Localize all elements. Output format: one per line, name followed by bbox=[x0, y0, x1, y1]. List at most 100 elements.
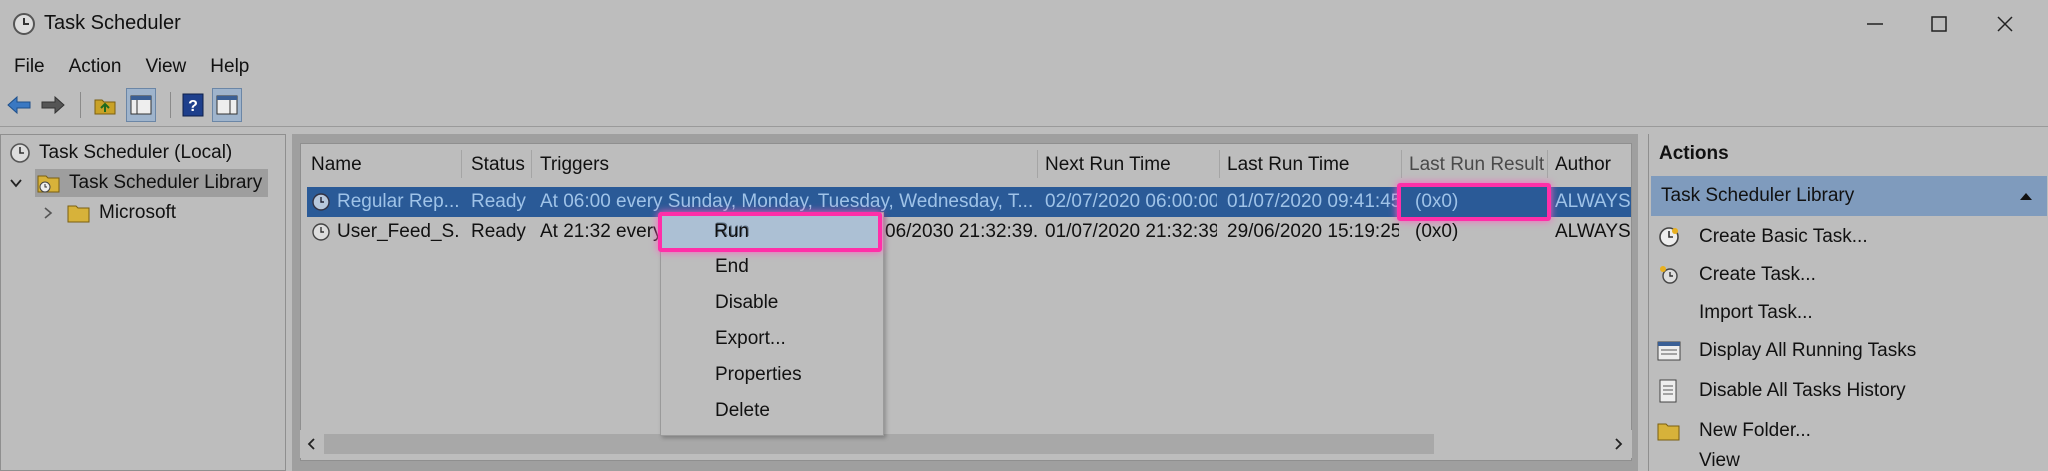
toolbar-divider bbox=[0, 126, 2048, 127]
folder-clock-icon bbox=[37, 175, 60, 193]
context-menu-properties[interactable]: Properties bbox=[661, 357, 883, 393]
close-icon bbox=[1997, 16, 2013, 32]
column-header-triggers[interactable]: Triggers bbox=[540, 154, 609, 176]
task-next-run-time: 02/07/2020 06:00:00 bbox=[1045, 191, 1217, 212]
scroll-left-icon[interactable] bbox=[306, 438, 318, 450]
table-row[interactable]: User_Feed_S... Ready At 21:32 every 06/2… bbox=[307, 217, 1631, 247]
action-create-task[interactable]: Create Task... bbox=[1657, 256, 1816, 294]
scroll-thumb[interactable] bbox=[324, 434, 1434, 454]
close-button[interactable] bbox=[1982, 6, 2028, 42]
window-title: Task Scheduler bbox=[44, 12, 181, 34]
help-button[interactable]: ? bbox=[178, 88, 208, 122]
minimize-button[interactable] bbox=[1852, 6, 1898, 42]
run-highlight bbox=[658, 212, 882, 252]
task-list: Name Status Triggers Next Run Time Last … bbox=[300, 143, 1632, 461]
column-header-last-run-result[interactable]: Last Run Result bbox=[1409, 154, 1544, 176]
actions-pane: Actions Task Scheduler Library Create Ba… bbox=[1648, 134, 2048, 471]
clock-icon bbox=[10, 143, 30, 163]
maximize-icon bbox=[1931, 16, 1947, 32]
up-folder-button[interactable] bbox=[90, 88, 120, 122]
action-label: Disable All Tasks History bbox=[1699, 380, 1906, 401]
action-new-folder[interactable]: New Folder... bbox=[1657, 412, 1811, 450]
task-clock-icon bbox=[312, 223, 330, 241]
console-tree-icon bbox=[130, 95, 152, 115]
back-arrow-icon bbox=[7, 95, 31, 115]
chevron-down-icon bbox=[10, 179, 22, 188]
context-menu-end[interactable]: End bbox=[661, 249, 883, 285]
task-next-run-time: 01/07/2020 21:32:39 bbox=[1045, 221, 1217, 242]
console-tree: Task Scheduler (Local) Task Scheduler Li… bbox=[0, 134, 286, 471]
column-divider[interactable] bbox=[1219, 150, 1220, 178]
collapse-up-icon[interactable] bbox=[2019, 190, 2033, 202]
menu-file[interactable]: File bbox=[0, 52, 57, 82]
tree-microsoft-label: Microsoft bbox=[99, 202, 177, 223]
action-view[interactable]: View bbox=[1657, 450, 1740, 470]
horizontal-scrollbar[interactable] bbox=[300, 430, 1632, 458]
column-header-next-run-time[interactable]: Next Run Time bbox=[1045, 154, 1171, 176]
actions-section-header[interactable]: Task Scheduler Library bbox=[1651, 176, 2047, 216]
minimize-icon bbox=[1867, 23, 1883, 25]
action-label: New Folder... bbox=[1699, 420, 1811, 441]
forward-arrow-icon bbox=[41, 95, 65, 115]
task-clock-icon bbox=[312, 193, 330, 211]
toolbar-separator bbox=[80, 92, 81, 118]
task-author: ALWAYSH bbox=[1555, 191, 1631, 212]
column-header-author[interactable]: Author bbox=[1555, 154, 1611, 176]
context-menu-export[interactable]: Export... bbox=[661, 321, 883, 357]
actions-section-title: Task Scheduler Library bbox=[1661, 185, 1855, 206]
action-label: Create Basic Task... bbox=[1699, 226, 1868, 247]
column-header-last-run-time[interactable]: Last Run Time bbox=[1227, 154, 1350, 176]
task-name: User_Feed_S... bbox=[337, 221, 461, 242]
task-name: Regular Rep... bbox=[337, 191, 460, 212]
last-run-result-highlight bbox=[1397, 183, 1551, 221]
column-divider[interactable] bbox=[1037, 150, 1038, 178]
forward-button[interactable] bbox=[38, 88, 68, 122]
create-basic-task-icon bbox=[1657, 225, 1681, 249]
task-triggers-tail: 06/2030 21:32:39. bbox=[885, 221, 1039, 242]
history-icon bbox=[1657, 379, 1681, 403]
menu-view[interactable]: View bbox=[133, 52, 198, 82]
tree-item-root[interactable]: Task Scheduler (Local) bbox=[9, 139, 232, 167]
title-bar: Task Scheduler bbox=[0, 0, 2048, 48]
action-label: View bbox=[1699, 450, 1740, 470]
column-divider[interactable] bbox=[461, 150, 462, 178]
folder-icon bbox=[67, 205, 90, 223]
column-header-name[interactable]: Name bbox=[311, 154, 362, 176]
column-divider[interactable] bbox=[1401, 150, 1402, 178]
tree-library-selection: Task Scheduler Library bbox=[35, 169, 269, 197]
column-header-status[interactable]: Status bbox=[471, 154, 525, 176]
tree-root-label: Task Scheduler (Local) bbox=[39, 142, 233, 163]
tree-item-library[interactable]: Task Scheduler Library bbox=[9, 169, 269, 197]
show-hide-action-pane-button[interactable] bbox=[212, 88, 242, 122]
actions-header: Actions bbox=[1659, 143, 1729, 164]
column-divider[interactable] bbox=[531, 150, 532, 178]
menu-help[interactable]: Help bbox=[198, 52, 261, 82]
svg-text:?: ? bbox=[188, 98, 198, 115]
action-display-all-running-tasks[interactable]: Display All Running Tasks bbox=[1657, 332, 1916, 370]
action-pane-icon bbox=[216, 95, 238, 115]
tree-library-label: Task Scheduler Library bbox=[69, 172, 263, 193]
column-divider[interactable] bbox=[1547, 150, 1548, 178]
running-tasks-icon bbox=[1657, 339, 1681, 363]
task-last-run-time: 29/06/2020 15:19:25 bbox=[1227, 221, 1399, 242]
task-last-run-time: 01/07/2020 09:41:45 bbox=[1227, 191, 1399, 212]
chevron-right-icon bbox=[44, 207, 53, 219]
context-menu-disable[interactable]: Disable bbox=[661, 285, 883, 321]
maximize-button[interactable] bbox=[1916, 6, 1962, 42]
action-import-task[interactable]: Import Task... bbox=[1657, 294, 1813, 332]
action-create-basic-task[interactable]: Create Basic Task... bbox=[1657, 218, 1868, 256]
task-status: Ready bbox=[471, 221, 526, 242]
action-disable-all-tasks-history[interactable]: Disable All Tasks History bbox=[1657, 372, 1906, 410]
menu-action[interactable]: Action bbox=[57, 52, 134, 82]
action-label: Create Task... bbox=[1699, 264, 1816, 285]
new-folder-icon bbox=[1657, 419, 1681, 443]
tree-item-microsoft[interactable]: Microsoft bbox=[41, 199, 176, 227]
show-hide-console-tree-button[interactable] bbox=[126, 88, 156, 122]
task-status: Ready bbox=[471, 191, 526, 212]
back-button[interactable] bbox=[4, 88, 34, 122]
context-menu-delete[interactable]: Delete bbox=[661, 393, 883, 429]
action-label: Import Task... bbox=[1699, 302, 1813, 323]
toolbar-separator bbox=[170, 92, 171, 118]
toolbar: ? bbox=[0, 88, 2048, 124]
scroll-right-icon[interactable] bbox=[1612, 438, 1624, 450]
